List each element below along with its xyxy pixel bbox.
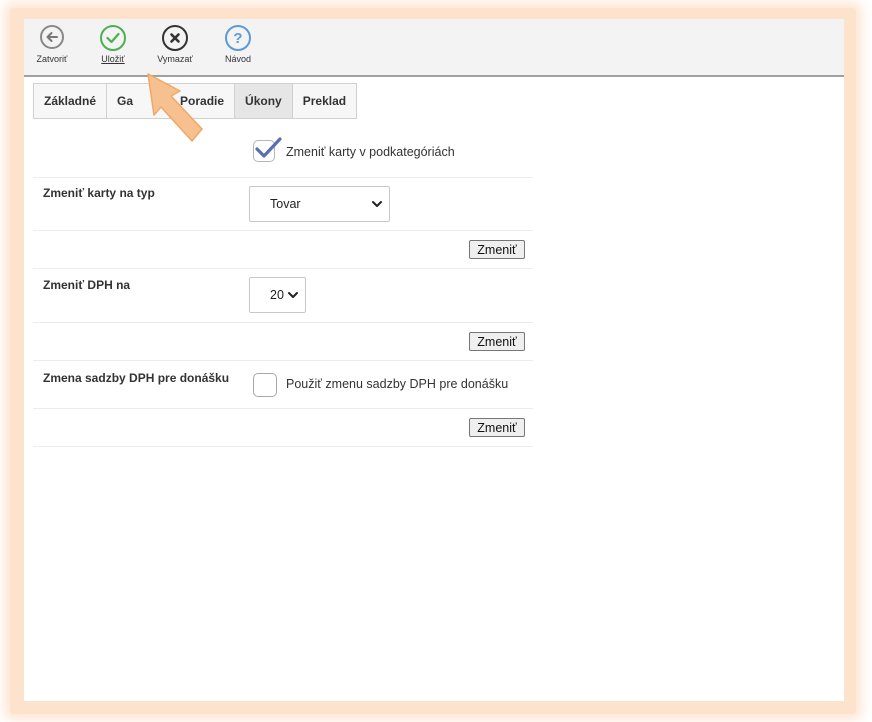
close-button[interactable]: Zatvoriť bbox=[34, 25, 70, 64]
vat-value: 20 bbox=[270, 288, 284, 302]
check-circle-icon bbox=[100, 25, 126, 51]
delivery-vat-checkbox[interactable] bbox=[253, 373, 277, 397]
app-window: Zatvoriť Uložiť Vymazať ? Návod Základné… bbox=[24, 19, 844, 701]
change-card-type-button[interactable]: Zmeniť bbox=[469, 240, 525, 259]
card-type-select[interactable]: Tovar bbox=[249, 186, 390, 222]
chevron-down-icon bbox=[372, 201, 382, 207]
close-label: Zatvoriť bbox=[36, 54, 68, 64]
help-circle-icon: ? bbox=[225, 25, 251, 51]
tab-preklad[interactable]: Preklad bbox=[292, 83, 358, 119]
subcategory-checkbox[interactable] bbox=[253, 137, 282, 162]
vat-label: Zmeniť DPH na bbox=[43, 278, 131, 292]
subcategory-checkbox-label: Zmeniť karty v podkategóriách bbox=[286, 145, 455, 159]
vat-row: Zmeniť DPH na 20 bbox=[33, 269, 533, 323]
delivery-vat-button-row: Zmeniť bbox=[33, 409, 533, 447]
delete-button[interactable]: Vymazať bbox=[154, 25, 196, 64]
delivery-vat-checkbox-label: Použiť zmenu sadzby DPH pre donášku bbox=[286, 377, 509, 391]
change-delivery-vat-button[interactable]: Zmeniť bbox=[469, 418, 525, 437]
vat-select[interactable]: 20 bbox=[249, 277, 306, 313]
delivery-vat-label: Zmena sadzby DPH pre donášku bbox=[43, 371, 230, 385]
close-circle-icon bbox=[162, 25, 188, 51]
delivery-vat-row: Zmena sadzby DPH pre donášku Použiť zmen… bbox=[33, 361, 533, 409]
tab-zakladne[interactable]: Základné bbox=[33, 83, 108, 119]
vat-button-row: Zmeniť bbox=[33, 323, 533, 361]
tab-ukony[interactable]: Úkony bbox=[235, 83, 293, 119]
save-label: Uložiť bbox=[101, 54, 125, 64]
card-type-label: Zmeniť karty na typ bbox=[43, 186, 155, 200]
help-label: Návod bbox=[224, 54, 251, 64]
card-type-button-row: Zmeniť bbox=[33, 231, 533, 269]
help-button[interactable]: ? Návod bbox=[221, 25, 255, 64]
subcategory-row: Zmeniť karty v podkategóriách bbox=[33, 131, 533, 178]
checkmark-icon bbox=[255, 137, 282, 158]
arrow-left-circle-icon bbox=[40, 25, 64, 49]
save-button[interactable]: Uložiť bbox=[96, 25, 130, 64]
card-type-row: Zmeniť karty na typ Tovar bbox=[33, 178, 533, 231]
delete-label: Vymazať bbox=[157, 54, 193, 64]
pointer-arrow-icon bbox=[147, 73, 203, 142]
change-vat-button[interactable]: Zmeniť bbox=[469, 332, 525, 351]
card-type-value: Tovar bbox=[270, 197, 301, 211]
chevron-down-icon bbox=[288, 292, 298, 298]
